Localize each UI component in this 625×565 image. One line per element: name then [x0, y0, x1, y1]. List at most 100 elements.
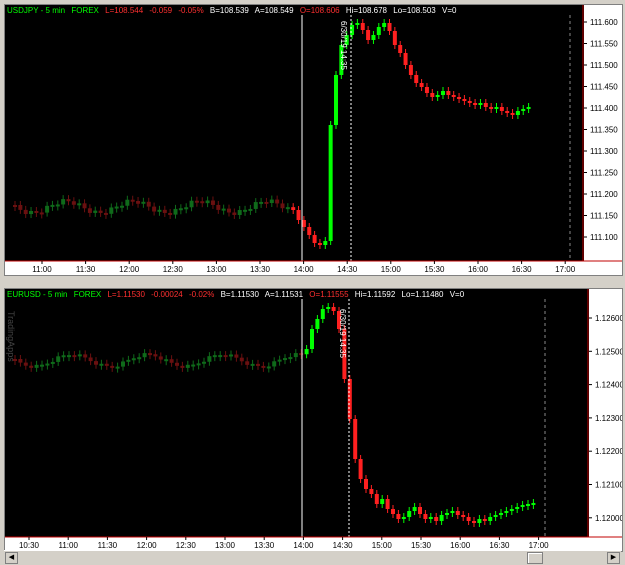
candle-body	[477, 519, 482, 523]
candle-body	[285, 207, 290, 210]
candle-body	[94, 361, 98, 365]
time-label: 16:00	[450, 541, 471, 550]
eurusd-chart-pane[interactable]: TradingApps 6/30/19 14:35 1.12600 1.12500…	[4, 288, 623, 552]
candle-body	[310, 329, 314, 349]
time-label: 17:00	[529, 541, 550, 550]
candle-body	[455, 511, 460, 515]
candle-body	[103, 212, 108, 215]
candle-body	[387, 23, 392, 31]
candle-body	[202, 361, 206, 364]
candle-body	[40, 364, 44, 367]
candle-body	[45, 363, 50, 366]
candle-body	[55, 204, 60, 207]
candle-body	[261, 365, 266, 368]
candle-body	[423, 514, 428, 519]
candle-body	[66, 199, 71, 202]
candle-body	[158, 356, 163, 360]
candle-body	[18, 205, 23, 210]
chart-scrollbar[interactable]: ◀ ▶	[4, 550, 621, 564]
candle-body	[237, 210, 242, 215]
candle-body	[489, 107, 494, 109]
candle-body	[358, 459, 363, 479]
candle-body	[424, 87, 429, 93]
candle-body	[483, 103, 488, 107]
candle-body	[473, 103, 478, 105]
candle-body	[494, 107, 499, 109]
candle-body	[126, 359, 131, 362]
price-label: 111.400	[590, 104, 618, 113]
candle-body	[93, 210, 98, 213]
candle-body	[493, 515, 498, 517]
eurusd-chart-canvas[interactable]: TradingApps 6/30/19 14:35 1.12600 1.12500…	[5, 289, 622, 551]
candle-body	[99, 363, 104, 366]
price-label: 1.12100	[595, 481, 622, 490]
usdjpy-chart-canvas[interactable]: 6/30/19 14:35 111.600 111.550 111.500 111.4…	[5, 5, 622, 275]
candle-body	[385, 499, 390, 509]
candle-body	[189, 200, 194, 208]
candle-body	[401, 517, 406, 519]
scroll-left-button[interactable]: ◀	[5, 552, 18, 564]
candle-body	[56, 356, 61, 362]
candle-body	[205, 200, 210, 204]
candle-body	[23, 362, 28, 366]
candle-body	[216, 204, 221, 210]
candle-body	[248, 208, 253, 211]
volume-value: V=0	[449, 290, 465, 299]
usdjpy-chart-pane[interactable]: 6/30/19 14:35 111.600 111.550 111.500 111.4…	[4, 4, 623, 276]
scroll-right-button[interactable]: ▶	[607, 552, 620, 564]
candle-body	[104, 363, 109, 366]
candle-body	[326, 307, 331, 309]
candle-body	[510, 113, 515, 115]
candle-body	[504, 511, 509, 513]
candle-body	[441, 91, 445, 95]
candle-body	[243, 209, 248, 212]
candle-body	[250, 363, 255, 366]
candle-body	[39, 212, 44, 215]
time-label: 16:00	[468, 265, 489, 274]
low-price: Lo=1.11480	[401, 290, 444, 299]
price-label: 111.350	[590, 126, 618, 135]
bid-price: B=1.11530	[220, 290, 259, 299]
candle-body	[296, 210, 301, 220]
candle-body	[221, 208, 226, 211]
low-price: Lo=108.503	[393, 6, 436, 15]
candle-body	[141, 201, 146, 204]
candle-body	[109, 207, 114, 214]
candle-body	[245, 361, 250, 365]
exchange-label: FOREX	[73, 290, 102, 299]
candle-body	[509, 509, 514, 511]
time-label: 12:00	[137, 541, 158, 550]
candle-body	[398, 45, 403, 53]
candle-body	[380, 499, 385, 504]
candle-body	[317, 243, 322, 245]
time-label: 11:00	[32, 265, 52, 274]
candle-body	[467, 101, 472, 103]
candle-body	[178, 208, 183, 211]
candle-body	[164, 359, 169, 362]
candle-body	[120, 205, 124, 208]
candle-body	[353, 419, 358, 459]
time-label: 10:30	[19, 541, 40, 550]
candle-body	[499, 107, 504, 111]
candle-body	[232, 212, 237, 215]
price-label: 1.12000	[595, 514, 622, 523]
candle-body	[277, 359, 282, 362]
candle-body	[184, 207, 189, 210]
volume-value: V=0	[441, 6, 457, 15]
candle-body	[408, 65, 413, 75]
candle-body	[256, 363, 260, 366]
candle-body	[194, 200, 199, 203]
candle-body	[196, 363, 201, 366]
candle-body	[472, 521, 476, 523]
time-label: 15:30	[411, 541, 432, 550]
candle-body	[403, 53, 408, 65]
candle-body	[229, 354, 233, 357]
candle-body	[461, 515, 466, 517]
candle-body	[98, 210, 103, 213]
scroll-thumb[interactable]	[527, 552, 543, 564]
price-label: 111.200	[590, 190, 618, 199]
candle-body	[482, 519, 487, 521]
candle-body	[275, 199, 280, 204]
time-label: 14:30	[337, 265, 358, 274]
candle-body	[451, 95, 456, 97]
